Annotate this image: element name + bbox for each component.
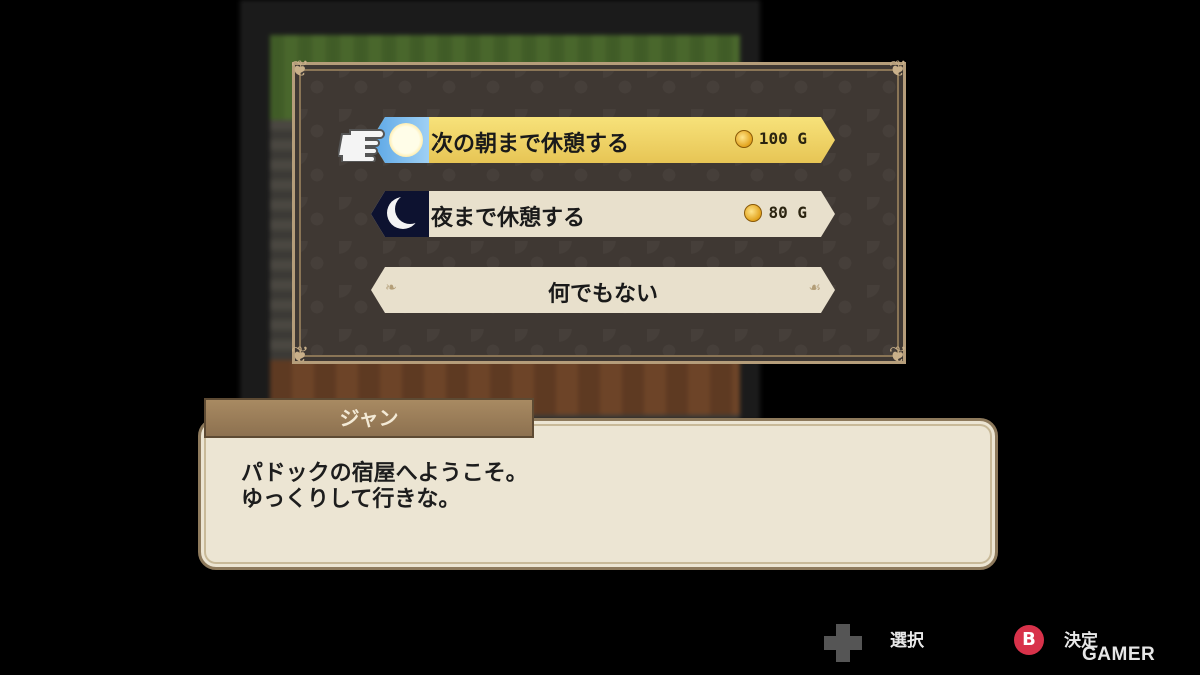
flourish-icon: ☙	[808, 280, 821, 296]
option-label: 夜まで休憩する	[431, 206, 586, 231]
option-rest-until-morning[interactable]: 次の朝まで休憩する 100 G	[371, 117, 835, 163]
moon-icon	[371, 191, 429, 237]
pointing-hand-cursor-icon	[338, 129, 385, 162]
select-hint-label: 選択	[890, 631, 924, 651]
option-rest-until-night[interactable]: 夜まで休憩する 80 G	[371, 191, 835, 237]
option-label: 次の朝まで休憩する	[431, 132, 630, 157]
dialog-box: パドックの宿屋へようこそ。 ゆっくりして行きな。	[198, 418, 998, 570]
corner-ornament-icon: ❦	[290, 343, 310, 368]
price-value: 100 G	[758, 129, 807, 148]
option-price: 80 G	[744, 203, 807, 222]
gamer-watermark-logo: GAMER	[1082, 644, 1156, 665]
corner-ornament-icon: ❦	[290, 57, 310, 82]
option-label: 何でもない	[547, 282, 658, 307]
option-price: 100 G	[735, 129, 807, 148]
dialog-text: パドックの宿屋へようこそ。 ゆっくりして行きな。	[241, 461, 528, 512]
coin-icon	[735, 130, 753, 148]
rest-choice-window: ❦ ❦ ❦ ❦ 次の朝まで休憩する 100 G 夜まで休憩する 80 G ❧ 何…	[290, 57, 908, 368]
coin-icon	[744, 204, 762, 222]
corner-ornament-icon: ❦	[888, 343, 908, 368]
price-value: 80 G	[768, 203, 807, 222]
b-button-icon: B	[1014, 625, 1044, 655]
option-nothing[interactable]: ❧ 何でもない ☙	[371, 267, 835, 313]
speaker-nameplate: ジャン	[204, 398, 534, 438]
corner-ornament-icon: ❦	[888, 57, 908, 82]
dpad-icon	[824, 624, 862, 662]
